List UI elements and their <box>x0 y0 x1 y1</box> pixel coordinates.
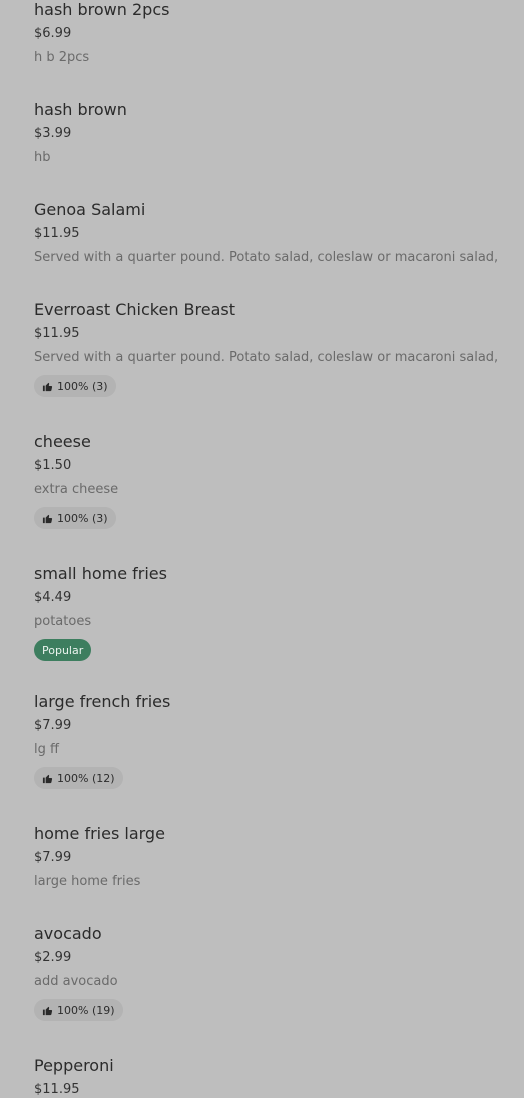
popular-badge: Popular <box>34 639 92 661</box>
item-price: $11.95 <box>34 326 80 341</box>
item-description: add avocado <box>34 974 118 989</box>
menu-item[interactable]: hash brown 2pcs $6.99 h b 2pcs <box>34 0 504 66</box>
thumbs-up-icon <box>42 382 53 391</box>
item-name: home fries large <box>34 824 165 843</box>
item-name: hash brown 2pcs <box>34 0 170 19</box>
item-name: cheese <box>34 432 91 451</box>
thumbs-up-icon <box>42 774 53 783</box>
item-description: hb <box>34 150 51 165</box>
rating-badge: 100% (3) <box>34 507 116 529</box>
item-name: Everroast Chicken Breast <box>34 300 236 319</box>
rating-badge: 100% (3) <box>34 375 116 397</box>
thumbs-up-icon <box>42 514 53 523</box>
menu-item[interactable]: hash brown $3.99 hb <box>34 100 504 166</box>
rating-text: 100% (3) <box>57 379 108 393</box>
rating-text: 100% (12) <box>57 771 115 785</box>
menu-item[interactable]: large french fries $7.99 lg ff 100% (12) <box>34 692 504 789</box>
menu-item[interactable]: cheese $1.50 extra cheese 100% (3) <box>34 432 504 529</box>
rating-text: 100% (19) <box>57 1003 115 1017</box>
item-name: Pepperoni <box>34 1056 114 1075</box>
item-price: $7.99 <box>34 850 72 865</box>
item-description: extra cheese <box>34 482 119 497</box>
item-description: Served with a quarter pound. Potato sala… <box>34 350 499 365</box>
menu-item[interactable]: home fries large $7.99 large home fries <box>34 824 504 890</box>
item-description: large home fries <box>34 874 141 889</box>
item-price: $4.49 <box>34 590 72 605</box>
thumbs-up-icon <box>42 1006 53 1015</box>
rating-text: 100% (3) <box>57 511 108 525</box>
menu-item[interactable]: avocado $2.99 add avocado 100% (19) <box>34 924 504 1021</box>
menu-item[interactable]: Everroast Chicken Breast $11.95 Served w… <box>34 300 504 397</box>
item-description: lg ff <box>34 742 59 757</box>
item-price: $2.99 <box>34 950 72 965</box>
item-description: Served with a quarter pound. Potato sala… <box>34 250 499 265</box>
menu-item[interactable]: Genoa Salami $11.95 Served with a quarte… <box>34 200 504 266</box>
menu-item[interactable]: Pepperoni $11.95 <box>34 1056 504 1098</box>
item-price: $7.99 <box>34 718 72 733</box>
item-price: $11.95 <box>34 226 80 241</box>
rating-badge: 100% (12) <box>34 767 123 789</box>
item-name: Genoa Salami <box>34 200 146 219</box>
item-description: potatoes <box>34 614 92 629</box>
item-name: small home fries <box>34 564 167 583</box>
item-name: hash brown <box>34 100 127 119</box>
item-name: avocado <box>34 924 102 943</box>
item-price: $11.95 <box>34 1082 80 1097</box>
item-name: large french fries <box>34 692 171 711</box>
item-price: $6.99 <box>34 26 72 41</box>
item-price: $3.99 <box>34 126 72 141</box>
menu-item[interactable]: small home fries $4.49 potatoes Popular <box>34 564 504 661</box>
rating-badge: 100% (19) <box>34 999 123 1021</box>
item-description: h b 2pcs <box>34 50 90 65</box>
item-price: $1.50 <box>34 458 72 473</box>
